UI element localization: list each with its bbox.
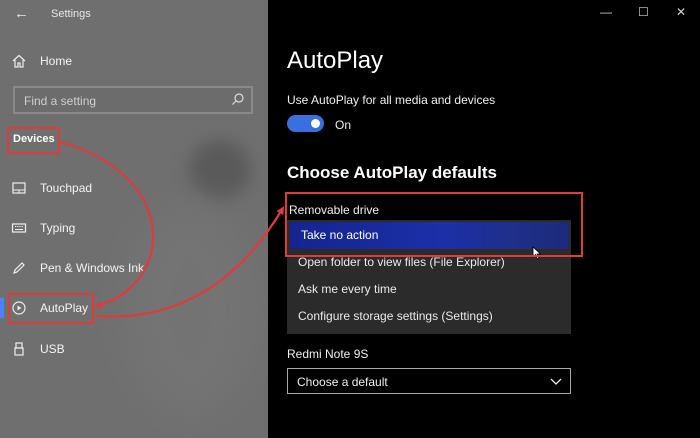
section-title: Choose AutoPlay defaults	[287, 163, 498, 182]
back-arrow-icon[interactable]: ←	[14, 6, 29, 22]
minimize-icon[interactable]: —	[600, 5, 612, 19]
sidebar-item-label: AutoPlay	[40, 301, 89, 315]
sidebar-item-autoplay[interactable]: AutoPlay	[0, 290, 268, 326]
redmi-select-value: Choose a default	[297, 375, 388, 389]
maximize-icon[interactable]: ☐	[638, 5, 649, 19]
pen-icon	[11, 260, 27, 276]
nav-home[interactable]: Home	[0, 43, 268, 79]
search-placeholder: Find a setting	[24, 94, 97, 108]
option-configure-storage[interactable]: Configure storage settings (Settings)	[287, 303, 571, 330]
redmi-default-select[interactable]: Choose a default	[287, 368, 571, 394]
autoplay-toggle-label: Use AutoPlay for all media and devices	[287, 93, 496, 107]
sidebar-item-label: Typing	[40, 221, 76, 235]
sidebar-item-label: Touchpad	[40, 181, 93, 195]
toggle-knob	[311, 119, 320, 128]
category-devices-heading: Devices	[13, 133, 55, 145]
autoplay-icon	[11, 300, 27, 316]
option-ask-every-time[interactable]: Ask me every time	[287, 276, 571, 303]
sidebar-item-usb[interactable]: USB	[0, 331, 268, 367]
chevron-down-icon	[550, 378, 562, 385]
sidebar-item-typing[interactable]: Typing	[0, 210, 268, 246]
usb-icon	[11, 341, 27, 357]
settings-nav-pane: ← Settings Home Find a setting Devices T…	[0, 0, 268, 438]
touchpad-icon	[11, 180, 27, 196]
autoplay-toggle[interactable]	[287, 115, 324, 132]
home-icon	[11, 53, 27, 69]
close-icon[interactable]: ✕	[676, 5, 686, 19]
removable-drive-highlight-box	[285, 192, 583, 257]
app-title: Settings	[51, 8, 91, 20]
page-title: AutoPlay	[287, 47, 384, 74]
keyboard-icon	[11, 220, 27, 236]
redmi-device-label: Redmi Note 9S	[287, 347, 369, 361]
sidebar-item-label: USB	[40, 342, 65, 356]
search-icon	[232, 93, 244, 105]
nav-home-label: Home	[40, 54, 73, 68]
sidebar-item-pen[interactable]: Pen & Windows Ink	[0, 250, 268, 286]
search-input[interactable]: Find a setting	[13, 86, 253, 114]
toggle-state-text: On	[335, 118, 352, 132]
sidebar-item-touchpad[interactable]: Touchpad	[0, 170, 268, 206]
sidebar-item-label: Pen & Windows Ink	[40, 261, 145, 275]
